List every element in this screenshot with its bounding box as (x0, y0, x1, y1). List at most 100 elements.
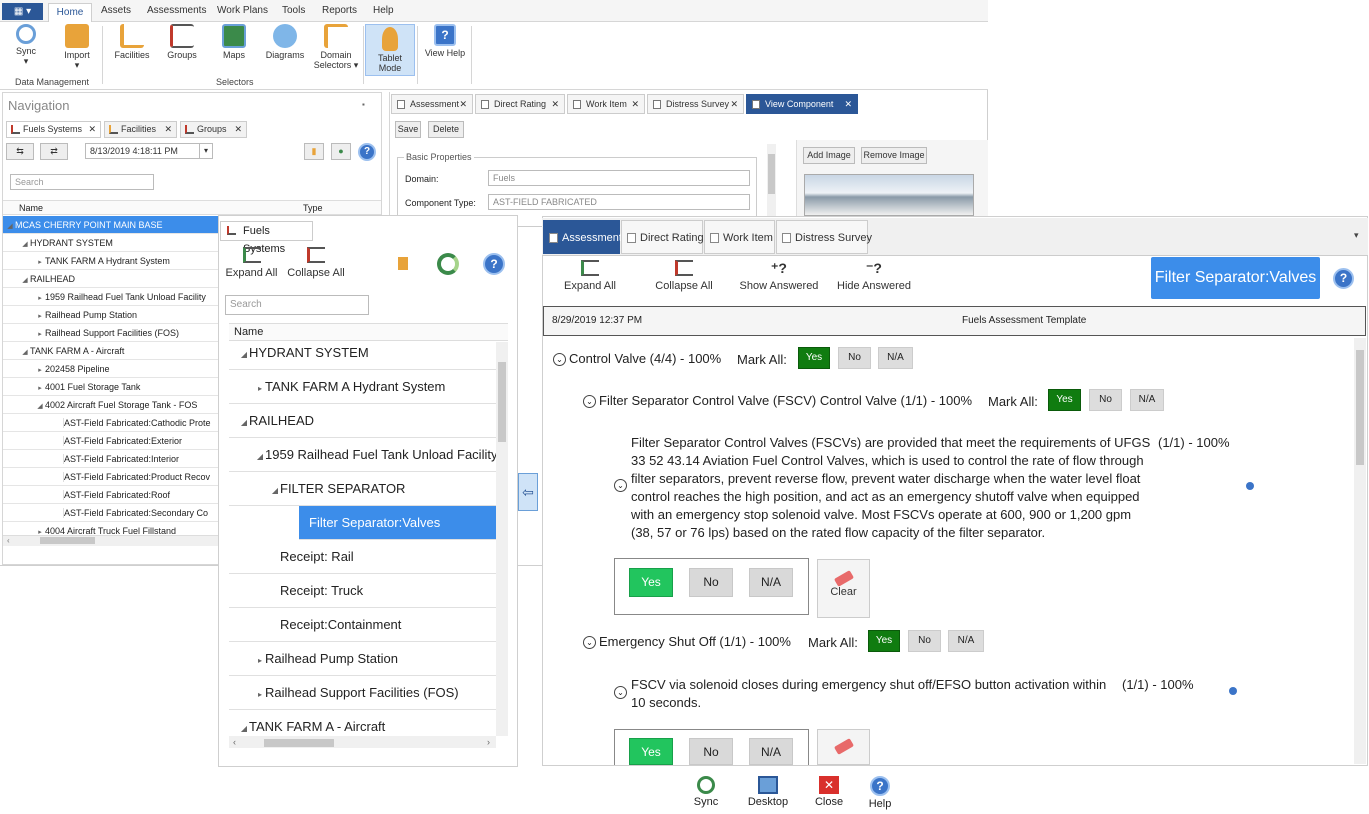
collapsed-arrow-icon[interactable]: ▸ (35, 290, 45, 305)
question-control-valve[interactable]: ⌄ Control Valve (4/4) - 100% (553, 350, 721, 368)
tablet-search-input[interactable]: Search (225, 295, 369, 315)
doc-tab-assessment[interactable]: Assessment ✕ (391, 94, 473, 114)
mark-all-no-button[interactable]: No (1089, 389, 1122, 411)
tablet-tab-direct-rating[interactable]: Direct Rating (621, 220, 704, 254)
column-type[interactable]: Type (303, 201, 323, 215)
column-name[interactable]: Name (19, 201, 43, 215)
nav-tab-groups[interactable]: Groups ✕ (180, 121, 247, 138)
bottom-close-button[interactable]: ✕ Close (801, 776, 857, 808)
mark-all-na-button[interactable]: N/A (878, 347, 913, 369)
nav-tab-facilities[interactable]: Facilities ✕ (104, 121, 177, 138)
collapsed-arrow-icon[interactable]: ▸ (35, 326, 45, 341)
collapsed-arrow-icon[interactable]: ▸ (255, 372, 265, 403)
tree-row[interactable]: ▸ 202458 Pipeline (3, 360, 218, 378)
close-icon[interactable]: ✕ (459, 95, 467, 113)
delete-button[interactable]: Delete (428, 121, 464, 138)
tree-row[interactable]: AST-Field Fabricated:Roof (3, 486, 218, 504)
tree-row[interactable]: AST-Field Fabricated:Interior (3, 450, 218, 468)
bottom-desktop-button[interactable]: Desktop (740, 776, 796, 808)
app-menu-button[interactable]: ▦ ▾ (2, 3, 43, 20)
close-icon[interactable]: ✕ (551, 95, 559, 113)
tree-row[interactable]: AST-Field Fabricated:Product Recov (3, 468, 218, 486)
tree-row[interactable]: ▸ Railhead Support Facilities (FOS) (229, 676, 496, 710)
tree-row[interactable]: ▸ 4001 Fuel Storage Tank (3, 378, 218, 396)
answer-no-button[interactable]: No (689, 738, 733, 765)
menu-reports[interactable]: Reports (322, 5, 357, 16)
tree-row[interactable]: ◢ TANK FARM A - Aircraft (229, 710, 496, 736)
question-emergency-shut-off[interactable]: ⌄ Emergency Shut Off (1/1) - 100% (583, 633, 791, 651)
show-answered-button[interactable]: ⁺? Show Answered (738, 260, 820, 293)
sync-button[interactable]: Sync ▾ (1, 24, 51, 66)
mark-all-yes-button[interactable]: Yes (798, 347, 830, 369)
expanded-arrow-icon[interactable]: ◢ (20, 344, 30, 359)
doc-tab-distress-survey[interactable]: Distress Survey ✕ (647, 94, 744, 114)
tree-row[interactable]: ◢ MCAS CHERRY POINT MAIN BASE (3, 216, 218, 234)
tablet-tab-fuels-systems[interactable]: Fuels Systems (220, 221, 313, 255)
help-icon[interactable]: ? (358, 143, 376, 161)
vertical-scrollbar[interactable] (767, 144, 776, 216)
domain-selectors-button[interactable]: Domain Selectors ▾ (311, 24, 361, 70)
tree-row[interactable]: ▸ TANK FARM A Hydrant System (229, 370, 496, 404)
add-image-button[interactable]: Add Image (803, 147, 855, 164)
domain-field[interactable]: Fuels (488, 170, 750, 186)
diagrams-button[interactable]: Diagrams (260, 24, 310, 60)
doc-tab-work-item[interactable]: Work Item ✕ (567, 94, 645, 114)
tree-row[interactable]: ▸ 1959 Railhead Fuel Tank Unload Facility (3, 288, 218, 306)
tree-row[interactable]: ◢ 4002 Aircraft Fuel Storage Tank - FOS (3, 396, 218, 414)
close-icon[interactable]: ✕ (844, 95, 852, 113)
tree-row[interactable]: AST-Field Fabricated:Secondary Co (3, 504, 218, 522)
answer-yes-button[interactable]: Yes (629, 738, 673, 765)
refresh-icon[interactable] (437, 253, 459, 275)
answer-na-button[interactable]: N/A (749, 568, 793, 597)
tree-row[interactable]: ▸ 4004 Aircraft Truck Fuel Fillstand (3, 522, 218, 536)
nav-search-input[interactable]: Search (10, 174, 154, 190)
mark-all-yes-button[interactable]: Yes (1048, 389, 1081, 411)
mark-all-yes-button[interactable]: Yes (868, 630, 900, 652)
close-icon[interactable]: ✕ (234, 122, 242, 137)
tree-row[interactable]: ◢ RAILHEAD (229, 404, 496, 438)
chevron-down-icon[interactable]: ▾ (199, 144, 212, 158)
chevron-down-icon[interactable]: ⌄ (583, 395, 596, 408)
expanded-arrow-icon[interactable]: ◢ (270, 474, 280, 505)
mark-all-na-button[interactable]: N/A (1130, 389, 1164, 411)
help-icon[interactable]: ? (1333, 268, 1354, 289)
collapse-panel-button[interactable]: ⇦ (518, 473, 538, 511)
menu-home[interactable]: Home (48, 3, 92, 23)
menu-work-plans[interactable]: Work Plans (217, 5, 268, 16)
tree-row[interactable]: ▸ Railhead Support Facilities (FOS) (3, 324, 218, 342)
refresh-button[interactable]: ● (331, 143, 351, 160)
chevron-down-icon[interactable]: ⌄ (614, 479, 627, 492)
tablet-collapse-all-button[interactable]: Collapse All (286, 247, 346, 280)
menu-help[interactable]: Help (373, 5, 394, 16)
collapsed-arrow-icon[interactable]: ▸ (255, 678, 265, 709)
tree-row[interactable]: ▸ Railhead Pump Station (3, 306, 218, 324)
expand-all-button[interactable]: Expand All (560, 260, 620, 293)
tree-row[interactable]: Receipt: Truck (229, 574, 496, 608)
tree-row[interactable]: AST-Field Fabricated:Exterior (3, 432, 218, 450)
close-icon[interactable]: ✕ (164, 122, 172, 137)
doc-tab-view-component[interactable]: View Component ✕ (746, 94, 858, 114)
horizontal-scrollbar[interactable]: ‹ (3, 535, 218, 546)
groups-button[interactable]: Groups (157, 24, 207, 60)
mark-all-na-button[interactable]: N/A (948, 630, 984, 652)
nav-tab-fuels-systems[interactable]: Fuels Systems ✕ (6, 121, 101, 138)
clear-button[interactable]: Clear (817, 559, 870, 618)
info-icon[interactable] (1246, 482, 1254, 490)
expanded-arrow-icon[interactable]: ◢ (255, 440, 265, 471)
vertical-scrollbar[interactable] (496, 342, 508, 736)
tablet-tab-work-item[interactable]: Work Item (704, 220, 775, 254)
bottom-sync-button[interactable]: Sync (678, 776, 734, 808)
tree-row[interactable]: ◢ 1959 Railhead Fuel Tank Unload Facility (229, 438, 496, 472)
expanded-arrow-icon[interactable]: ◢ (239, 712, 249, 736)
collapsed-arrow-icon[interactable]: ▸ (35, 380, 45, 395)
chevron-down-icon[interactable]: ▾ (1354, 230, 1359, 241)
expanded-arrow-icon[interactable]: ◢ (239, 338, 249, 369)
pin-icon[interactable]: ▪ (362, 100, 365, 109)
mark-all-no-button[interactable]: No (838, 347, 871, 369)
tree-row[interactable]: ◢ HYDRANT SYSTEM (229, 336, 496, 370)
facilities-button[interactable]: Facilities (107, 24, 157, 60)
tablet-tab-assessment[interactable]: Assessment (543, 220, 622, 254)
clear-button[interactable] (817, 729, 870, 765)
expanded-arrow-icon[interactable]: ◢ (5, 218, 15, 233)
bottom-help-button[interactable]: ? Help (852, 776, 908, 810)
